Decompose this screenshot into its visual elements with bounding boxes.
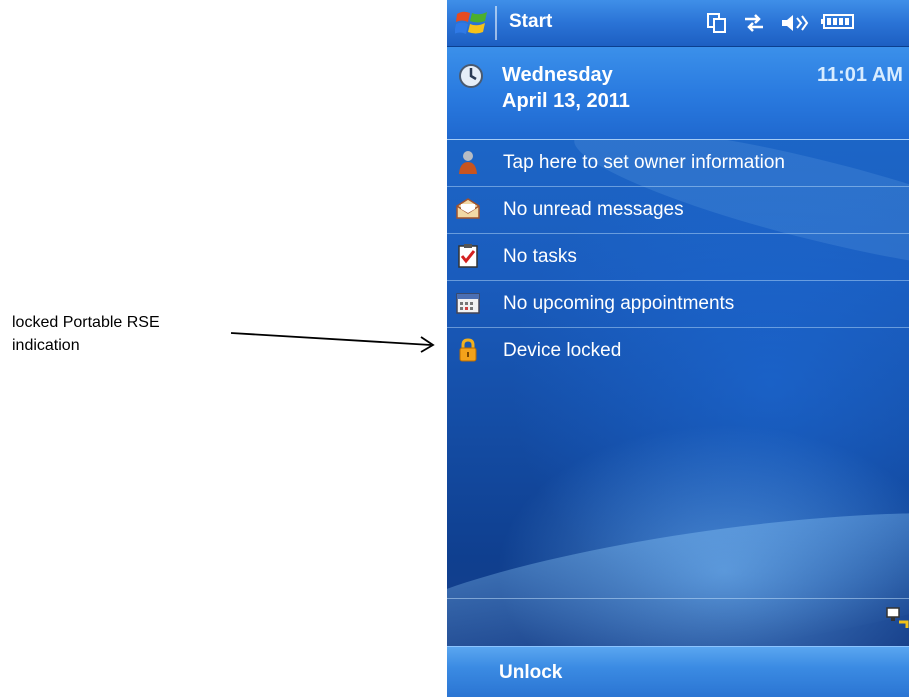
clock-icon xyxy=(459,64,483,88)
padlock-icon xyxy=(459,338,477,362)
list-item-label: No upcoming appointments xyxy=(503,293,735,314)
date-time-row[interactable]: Wednesday April 13, 2011 11:01 AM xyxy=(447,47,909,140)
list-item-label: Tap here to set owner information xyxy=(503,152,785,173)
title-bar: Start xyxy=(447,0,909,47)
callout-line-1: locked Portable RSE xyxy=(12,314,160,331)
list-item-appointments[interactable]: No upcoming appointments xyxy=(447,281,909,328)
day-label: Wednesday xyxy=(502,64,613,86)
network-status-icon[interactable] xyxy=(885,606,909,632)
start-button[interactable]: Start xyxy=(509,11,552,33)
list-item-tasks[interactable]: No tasks xyxy=(447,234,909,281)
calendar-icon xyxy=(456,293,480,314)
battery-icon[interactable] xyxy=(821,12,857,32)
pocketpc-today-screen: Start Wednesday April 13, 2011 11:01 AM … xyxy=(447,0,909,697)
windows-logo-icon[interactable] xyxy=(455,8,489,38)
callout-line-2: indication xyxy=(12,337,80,354)
messages-envelope-icon xyxy=(456,198,480,219)
title-separator xyxy=(495,6,497,40)
date-label: April 13, 2011 xyxy=(502,90,630,112)
list-item-label: No unread messages xyxy=(503,199,684,220)
list-item-messages[interactable]: No unread messages xyxy=(447,187,909,234)
unlock-softkey[interactable]: Unlock xyxy=(499,662,562,684)
list-item-device-locked[interactable]: Device locked xyxy=(447,328,909,374)
tasks-clipboard-icon xyxy=(458,244,478,268)
list-item-label: No tasks xyxy=(503,246,577,267)
list-item-label: Device locked xyxy=(503,340,622,361)
list-item-owner[interactable]: Tap here to set owner information xyxy=(447,140,909,187)
multitask-icon[interactable] xyxy=(706,12,728,34)
owner-icon xyxy=(459,151,477,174)
callout-annotation: locked Portable RSE indication xyxy=(12,311,232,357)
divider xyxy=(447,598,909,599)
connectivity-icon[interactable] xyxy=(742,12,766,34)
volume-icon[interactable] xyxy=(780,12,810,34)
time-label: 11:01 AM xyxy=(817,64,903,86)
softkey-bar: Unlock xyxy=(447,646,909,697)
